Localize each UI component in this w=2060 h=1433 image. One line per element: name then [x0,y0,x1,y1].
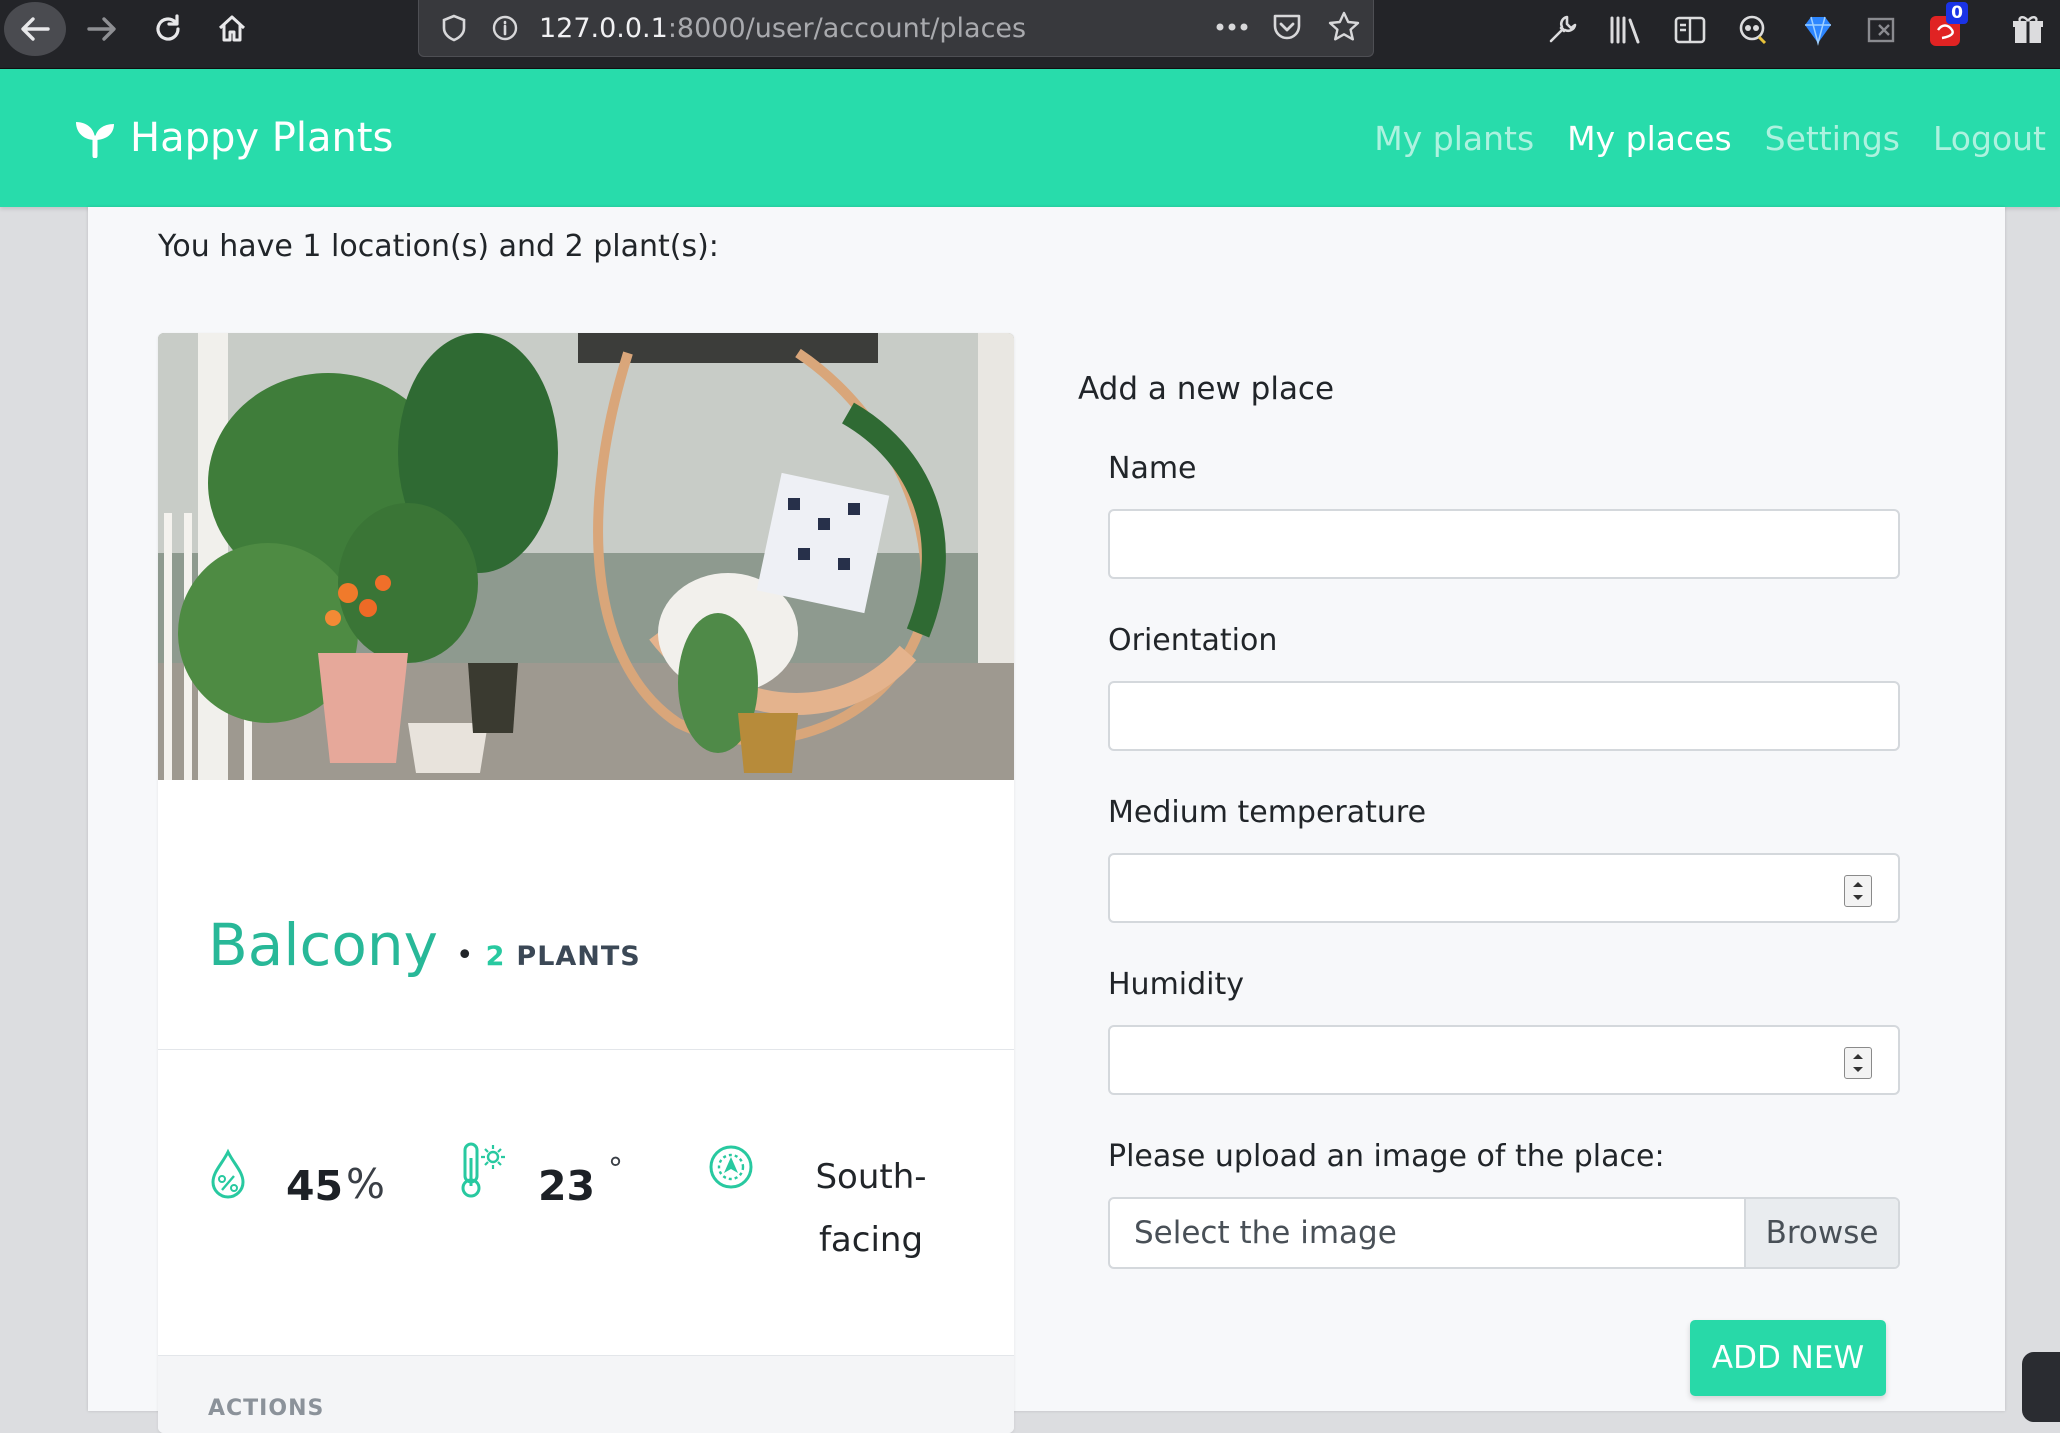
brand-name: Happy Plants [130,115,394,161]
temperature-unit: ° [608,1152,623,1187]
upload-label: Please upload an image of the place: [1108,1139,1665,1174]
place-card: Balcony • 2 PLANTS 45 % 23 ° South- faci… [158,333,1014,1433]
home-icon [218,15,246,42]
upload-placeholder: Select the image [1134,1215,1397,1251]
spy-extension-icon[interactable] [1732,8,1776,52]
nav-my-plants[interactable]: My plants [1374,119,1534,158]
plants-label: PLANTS [516,941,641,972]
browser-toolbar: 127.0.0.1:8000/user/account/places 0 [0,0,2060,69]
info-icon[interactable] [491,14,519,42]
browse-button[interactable]: Browse [1744,1199,1898,1267]
nav-settings[interactable]: Settings [1765,119,1900,158]
actions-label: ACTIONS [208,1396,325,1421]
app-navbar: Happy Plants My plants My places Setting… [0,69,2060,207]
reload-button[interactable] [148,0,188,58]
nav-my-places[interactable]: My places [1567,119,1731,158]
orientation-text: South- facing [786,1146,956,1272]
temperature-spinner[interactable] [1844,875,1872,907]
wrench-icon[interactable] [1540,8,1584,52]
add-new-button[interactable]: ADD NEW [1690,1320,1886,1396]
url-path: :8000/user/account/places [667,13,1027,44]
notification-extension[interactable]: 0 [1924,2,1968,52]
library-icon[interactable] [1604,8,1648,52]
reload-icon [156,14,180,41]
title-separator: • [455,938,474,973]
notification-badge: 0 [1946,2,1968,24]
compass-icon [709,1145,753,1189]
spinner-arrows-icon [1853,882,1863,900]
reader-view-icon[interactable] [1668,8,1712,52]
url-text[interactable]: 127.0.0.1:8000/user/account/places [539,13,1026,44]
url-host: 127.0.0.1 [539,13,668,44]
arrow-right-icon [87,17,116,41]
name-label: Name [1108,451,1197,486]
arrow-left-icon [21,17,50,41]
humidity-spinner[interactable] [1844,1047,1872,1079]
orientation-line-1: South- [815,1157,927,1197]
place-image [158,333,1014,780]
more-actions-icon[interactable] [1215,22,1249,32]
form-title: Add a new place [1078,371,1335,407]
temperature-field[interactable] [1108,853,1900,923]
pocket-icon[interactable] [1271,12,1303,42]
humidity-value: 45 [286,1162,344,1210]
temperature-label: Medium temperature [1108,795,1427,830]
sprout-icon [76,122,114,158]
place-stats: 45 % 23 ° South- facing [158,1088,1014,1288]
orientation-label: Orientation [1108,623,1278,658]
shield-icon [442,14,466,42]
plant-count: 2 [485,941,505,972]
name-field[interactable] [1108,509,1900,579]
temperature-value: 23 [538,1162,596,1210]
url-bar[interactable]: 127.0.0.1:8000/user/account/places [418,0,1374,57]
bookmark-star-icon[interactable] [1327,10,1361,44]
forward-button[interactable] [82,0,122,58]
screenshot-extension-icon[interactable] [1860,8,1904,52]
back-button[interactable] [4,2,66,56]
home-button[interactable] [212,0,252,58]
nav-links: My plants My places Settings Logout [1341,119,2046,158]
gift-icon[interactable] [2006,8,2050,52]
orientation-field[interactable] [1108,681,1900,751]
card-actions: ACTIONS [158,1355,1014,1433]
floating-widget[interactable] [2022,1352,2060,1422]
humidity-label: Humidity [1108,967,1245,1002]
humidity-icon [211,1148,245,1199]
main-container: You have 1 location(s) and 2 plant(s): B… [88,207,2005,1433]
diamond-extension-icon[interactable] [1796,8,1840,52]
thermometer-icon [461,1142,505,1198]
place-name: Balcony [208,911,438,979]
spinner-arrows-icon [1853,1054,1863,1072]
card-divider [158,1049,1014,1050]
humidity-field[interactable] [1108,1025,1900,1095]
brand-link[interactable]: Happy Plants [74,115,393,161]
image-upload-field[interactable]: Select the image Browse [1108,1197,1900,1269]
orientation-line-2: facing [818,1220,924,1260]
places-summary: You have 1 location(s) and 2 plant(s): [158,229,719,264]
nav-logout[interactable]: Logout [1933,119,2046,158]
place-title-row: Balcony • 2 PLANTS [208,911,641,979]
humidity-unit: % [346,1160,385,1208]
